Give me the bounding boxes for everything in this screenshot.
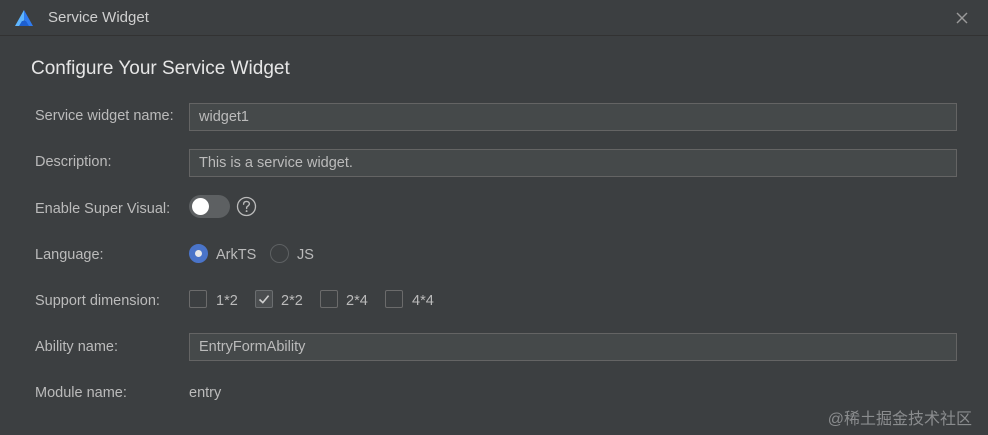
title-bar: Service Widget (0, 0, 988, 36)
widget-name-label: Service widget name: (35, 108, 174, 124)
ability-name-label: Ability name: (35, 339, 119, 355)
radio-arkts[interactable] (189, 244, 208, 263)
module-name-value: entry (189, 385, 222, 401)
widget-name-input[interactable]: widget1 (189, 103, 957, 131)
watermark: @稀土掘金技术社区 (827, 411, 972, 428)
checkbox-2x4[interactable] (320, 290, 338, 308)
checkbox-2x4-label: 2*4 (346, 293, 368, 309)
toggle-knob (192, 198, 209, 215)
checkbox-1x2[interactable] (189, 290, 207, 308)
window-title: Service Widget (48, 9, 149, 26)
radio-arkts-label: ArkTS (216, 247, 257, 263)
description-input[interactable]: This is a service widget. (189, 149, 957, 177)
checkbox-2x2-label: 2*2 (281, 293, 303, 309)
service-widget-dialog: Service Widget Configure Your Service Wi… (0, 0, 988, 435)
language-label: Language: (35, 247, 104, 263)
checkbox-2x2[interactable] (255, 290, 273, 308)
checkbox-1x2-label: 1*2 (216, 293, 238, 309)
page-title: Configure Your Service Widget (31, 58, 290, 79)
checkmark-icon (258, 295, 270, 304)
super-visual-toggle[interactable] (189, 195, 230, 218)
checkbox-4x4[interactable] (385, 290, 403, 308)
radio-js-label: JS (297, 247, 314, 263)
support-dimension-label: Support dimension: (35, 293, 160, 309)
ability-name-input[interactable]: EntryFormAbility (189, 333, 957, 361)
checkbox-4x4-label: 4*4 (412, 293, 434, 309)
description-label: Description: (35, 154, 112, 170)
module-name-label: Module name: (35, 385, 127, 401)
question-circle-icon[interactable] (236, 196, 257, 217)
close-icon[interactable] (952, 8, 972, 28)
super-visual-label: Enable Super Visual: (35, 201, 171, 217)
deveco-logo-icon (15, 10, 33, 26)
radio-js[interactable] (270, 244, 289, 263)
